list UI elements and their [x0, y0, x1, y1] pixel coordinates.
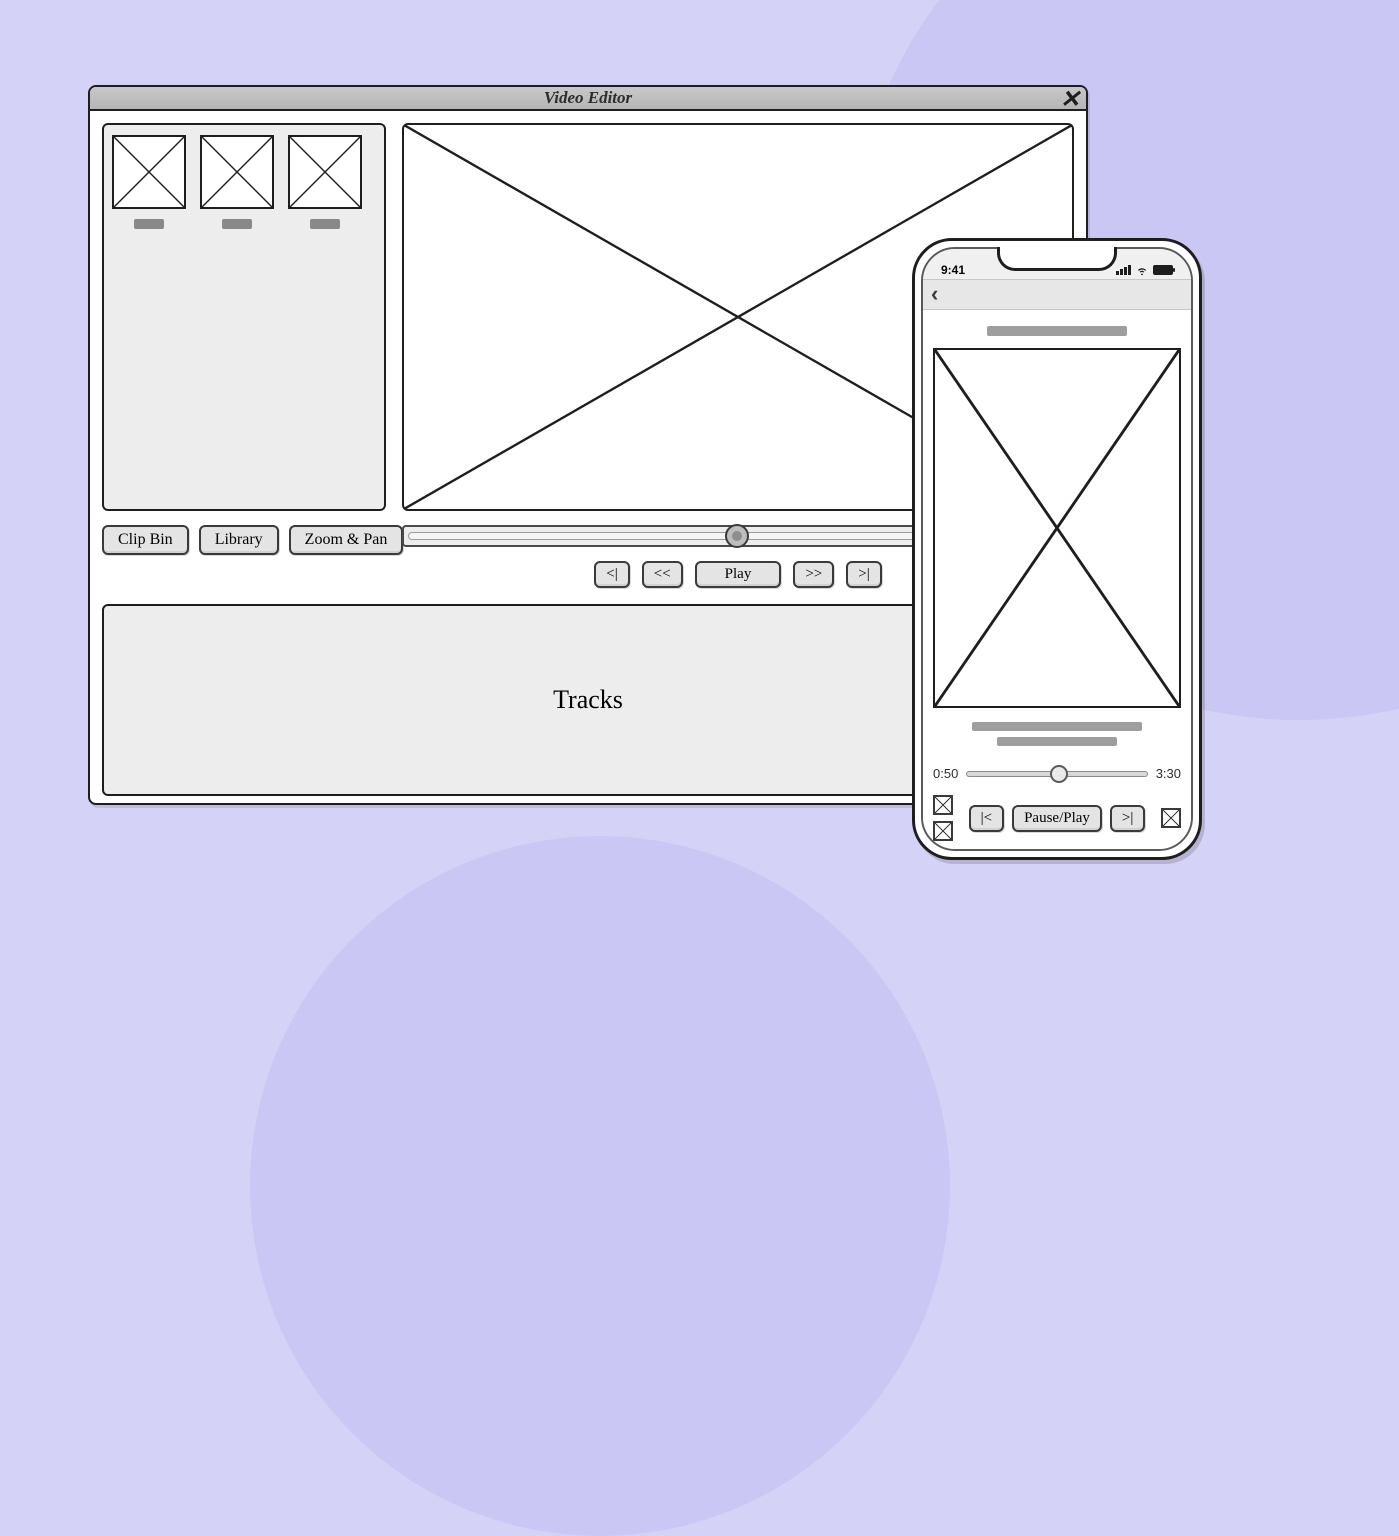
- library-button[interactable]: Library: [199, 525, 279, 555]
- clip-bin-panel: [102, 123, 386, 511]
- phone-nav-bar: ‹: [923, 279, 1191, 310]
- clip-thumbnail[interactable]: [288, 135, 362, 209]
- battery-icon: [1153, 265, 1173, 275]
- prev-track-button[interactable]: |<: [969, 805, 1004, 832]
- back-icon[interactable]: ‹: [931, 281, 938, 307]
- scrubber-handle-icon[interactable]: [1050, 765, 1068, 783]
- close-icon[interactable]: ✕: [1060, 85, 1080, 114]
- pause-play-button[interactable]: Pause/Play: [1012, 805, 1102, 832]
- scrubber-handle-icon[interactable]: [725, 524, 749, 548]
- title-placeholder: [987, 326, 1127, 336]
- clip-bin-button[interactable]: Clip Bin: [102, 525, 189, 555]
- clip-label-placeholder: [310, 219, 340, 229]
- window-titlebar[interactable]: Video Editor ✕: [90, 87, 1086, 111]
- phone-mockup: 9:41 ‹ 0:50 3:30: [912, 238, 1202, 860]
- clip-label-placeholder: [222, 219, 252, 229]
- phone-scrubber[interactable]: [966, 771, 1147, 777]
- time-current: 0:50: [933, 766, 958, 781]
- go-end-button[interactable]: >|: [846, 561, 881, 588]
- metadata-line-placeholder: [972, 722, 1142, 731]
- rewind-button[interactable]: <<: [642, 561, 683, 588]
- wifi-icon: [1135, 263, 1149, 277]
- placeholder-icon[interactable]: [1161, 808, 1181, 828]
- clip-label-placeholder: [134, 219, 164, 229]
- metadata-line-placeholder: [997, 737, 1117, 746]
- media-artwork[interactable]: [933, 348, 1181, 708]
- clip-thumbnail[interactable]: [112, 135, 186, 209]
- next-track-button[interactable]: >|: [1110, 805, 1145, 832]
- clip-thumbnail[interactable]: [200, 135, 274, 209]
- phone-notch: [997, 247, 1117, 271]
- signal-icon: [1116, 265, 1131, 275]
- go-start-button[interactable]: <|: [594, 561, 629, 588]
- play-button[interactable]: Play: [695, 561, 782, 588]
- forward-button[interactable]: >>: [793, 561, 834, 588]
- placeholder-icon[interactable]: [933, 821, 953, 841]
- tracks-label: Tracks: [553, 685, 623, 715]
- zoom-pan-button[interactable]: Zoom & Pan: [289, 525, 404, 555]
- window-title: Video Editor: [544, 88, 632, 108]
- status-time: 9:41: [941, 263, 965, 277]
- time-total: 3:30: [1156, 766, 1181, 781]
- placeholder-icon[interactable]: [933, 795, 953, 815]
